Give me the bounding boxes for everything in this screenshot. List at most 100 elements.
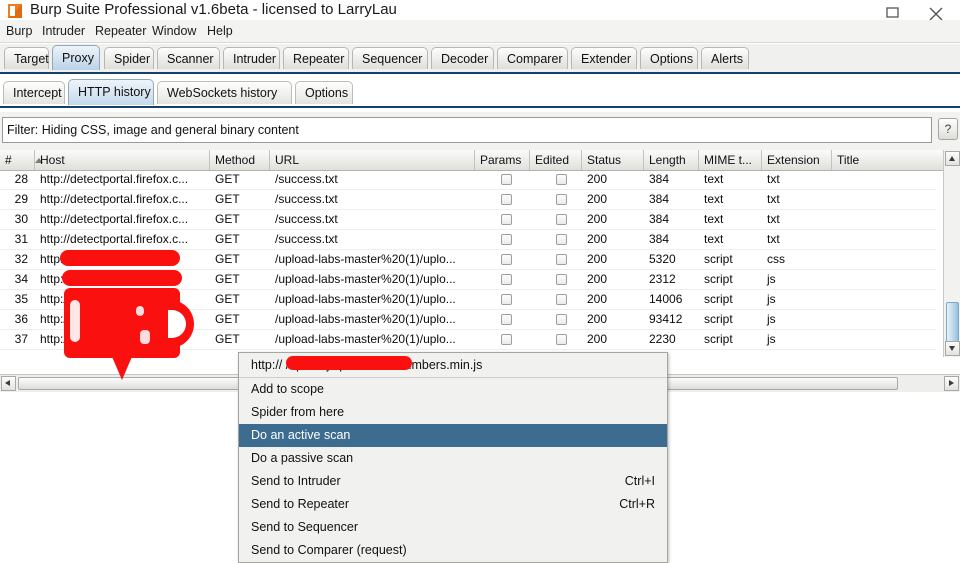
context-menu-item-spider-from-here[interactable]: Spider from here	[239, 401, 667, 424]
table-row[interactable]: 28 http://detectportal.firefox.c... GET/su…	[0, 171, 936, 190]
column-header-length[interactable]: Length	[644, 150, 699, 170]
column-header-params[interactable]: Params	[475, 150, 530, 170]
cell-host: http://	[40, 252, 71, 266]
column-header-host[interactable]: Host	[35, 150, 210, 170]
checkbox-edited[interactable]	[556, 274, 567, 285]
checkbox-params[interactable]	[501, 294, 512, 305]
tab-scanner[interactable]: Scanner	[157, 47, 220, 69]
column-header-url[interactable]: URL	[270, 150, 475, 170]
checkbox-params[interactable]	[501, 314, 512, 325]
column-header-num[interactable]: #	[0, 150, 35, 170]
checkbox-edited[interactable]	[556, 294, 567, 305]
scroll-left-icon[interactable]	[1, 376, 16, 391]
table-row[interactable]: 36 http://1 GET/upload-labs-master%20(1)/u…	[0, 309, 936, 330]
menu-item-help[interactable]: Help	[203, 23, 237, 39]
checkbox-edited[interactable]	[556, 194, 567, 205]
tab-target[interactable]: Target	[4, 47, 49, 69]
cell-method: GET	[215, 292, 240, 306]
context-menu-item-send-to-repeater[interactable]: Send to Repeater Ctrl+R	[239, 493, 667, 516]
menu-item-intruder[interactable]: Intruder	[38, 23, 89, 39]
checkbox-params[interactable]	[501, 234, 512, 245]
cell-mime: script	[704, 312, 733, 326]
help-button[interactable]: ?	[938, 118, 958, 140]
cell-status: 200	[587, 232, 608, 246]
subtab-websockets-history[interactable]: WebSockets history	[157, 81, 292, 104]
tab-decoder[interactable]: Decoder	[431, 47, 494, 69]
tab-repeater[interactable]: Repeater	[283, 47, 349, 69]
cell-extension: txt	[767, 232, 780, 246]
scroll-down-icon[interactable]	[945, 341, 960, 356]
table-row[interactable]: 29 http://detectportal.firefox.c... GET/su…	[0, 189, 936, 210]
context-menu: http:// /uplo.../js/prism-line-numbers.m…	[238, 352, 668, 563]
context-menu-item-add-to-scope[interactable]: Add to scope	[239, 378, 667, 401]
table-row[interactable]: 34 http:// GET/upload-labs-master%20(1)/up…	[0, 269, 936, 290]
filter-bar: Filter: Hiding CSS, image and general bi…	[0, 112, 960, 150]
subtab-options[interactable]: Options	[295, 81, 353, 104]
table-row[interactable]: 35 http://1 GET/upload-labs-master%20(1)/u…	[0, 289, 936, 310]
table-vertical-scrollbar[interactable]	[943, 150, 960, 357]
tab-proxy[interactable]: Proxy	[52, 45, 100, 70]
menu-item-repeater[interactable]: Repeater	[91, 23, 150, 39]
checkbox-params[interactable]	[501, 274, 512, 285]
context-menu-item-send-to-intruder[interactable]: Send to Intruder Ctrl+I	[239, 470, 667, 493]
tab-sequencer[interactable]: Sequencer	[352, 47, 428, 69]
table-row[interactable]: 37 http://1 GET/upload-labs-master%20(1)/u…	[0, 329, 936, 350]
cell-host: http://detectportal.firefox.c...	[40, 232, 189, 246]
checkbox-params[interactable]	[501, 174, 512, 185]
table-row[interactable]: 32 http:// GET/upload-labs-master%20(1)/up…	[0, 249, 936, 270]
cell-extension: js	[767, 292, 776, 306]
cell-title	[832, 289, 936, 309]
table-row[interactable]: 30 http://detectportal.firefox.c... GET/su…	[0, 209, 936, 230]
tab-alerts[interactable]: Alerts	[701, 47, 749, 69]
menu-item-window[interactable]: Window	[148, 23, 200, 39]
context-menu-item-do-a-passive-scan[interactable]: Do a passive scan	[239, 447, 667, 470]
checkbox-edited[interactable]	[556, 314, 567, 325]
cell-url: /upload-labs-master%20(1)/uplo...	[275, 252, 456, 266]
context-menu-item-do-an-active-scan[interactable]: Do an active scan	[239, 424, 667, 447]
cell-status: 200	[587, 332, 608, 346]
cell-title	[832, 309, 936, 329]
checkbox-edited[interactable]	[556, 334, 567, 345]
column-header-extension[interactable]: Extension	[762, 150, 832, 170]
cell-num: 30	[14, 212, 28, 226]
checkbox-edited[interactable]	[556, 234, 567, 245]
cell-length: 2312	[649, 272, 676, 286]
cell-length: 2230	[649, 332, 676, 346]
proxy-sub-tab-strip: Intercept HTTP history WebSockets histor…	[0, 78, 960, 108]
checkbox-params[interactable]	[501, 334, 512, 345]
checkbox-params[interactable]	[501, 214, 512, 225]
tab-comparer[interactable]: Comparer	[497, 47, 568, 69]
checkbox-edited[interactable]	[556, 254, 567, 265]
cell-num: 28	[14, 172, 28, 186]
checkbox-edited[interactable]	[556, 174, 567, 185]
cell-url: /upload-labs-master%20(1)/uplo...	[275, 332, 456, 346]
context-menu-item-send-to-comparer-request[interactable]: Send to Comparer (request)	[239, 539, 667, 562]
vertical-scroll-thumb[interactable]	[946, 302, 959, 342]
cell-method: GET	[215, 172, 240, 186]
column-header-mime[interactable]: MIME t...	[699, 150, 762, 170]
context-menu-item-send-to-sequencer[interactable]: Send to Sequencer	[239, 516, 667, 539]
cell-status: 200	[587, 172, 608, 186]
subtab-http-history[interactable]: HTTP history	[68, 79, 154, 105]
checkbox-params[interactable]	[501, 194, 512, 205]
cell-host: http://1	[40, 332, 77, 346]
scroll-up-icon[interactable]	[945, 151, 960, 166]
context-menu-item-label: Spider from here	[251, 405, 345, 419]
filter-field[interactable]: Filter: Hiding CSS, image and general bi…	[2, 117, 932, 143]
cell-method: GET	[215, 312, 240, 326]
column-header-method[interactable]: Method	[210, 150, 270, 170]
column-header-status[interactable]: Status	[582, 150, 644, 170]
cell-mime: script	[704, 272, 733, 286]
subtab-intercept[interactable]: Intercept	[3, 81, 65, 104]
table-row[interactable]: 31 http://detectportal.firefox.c... GET/su…	[0, 229, 936, 250]
tab-spider[interactable]: Spider	[104, 47, 154, 69]
menu-item-burp[interactable]: Burp	[2, 23, 36, 39]
checkbox-params[interactable]	[501, 254, 512, 265]
scroll-right-icon[interactable]	[944, 376, 959, 391]
tab-extender[interactable]: Extender	[571, 47, 637, 69]
checkbox-edited[interactable]	[556, 214, 567, 225]
column-header-edited[interactable]: Edited	[530, 150, 582, 170]
column-header-title[interactable]: Title	[832, 150, 936, 170]
tab-intruder[interactable]: Intruder	[223, 47, 280, 69]
tab-options[interactable]: Options	[640, 47, 698, 69]
